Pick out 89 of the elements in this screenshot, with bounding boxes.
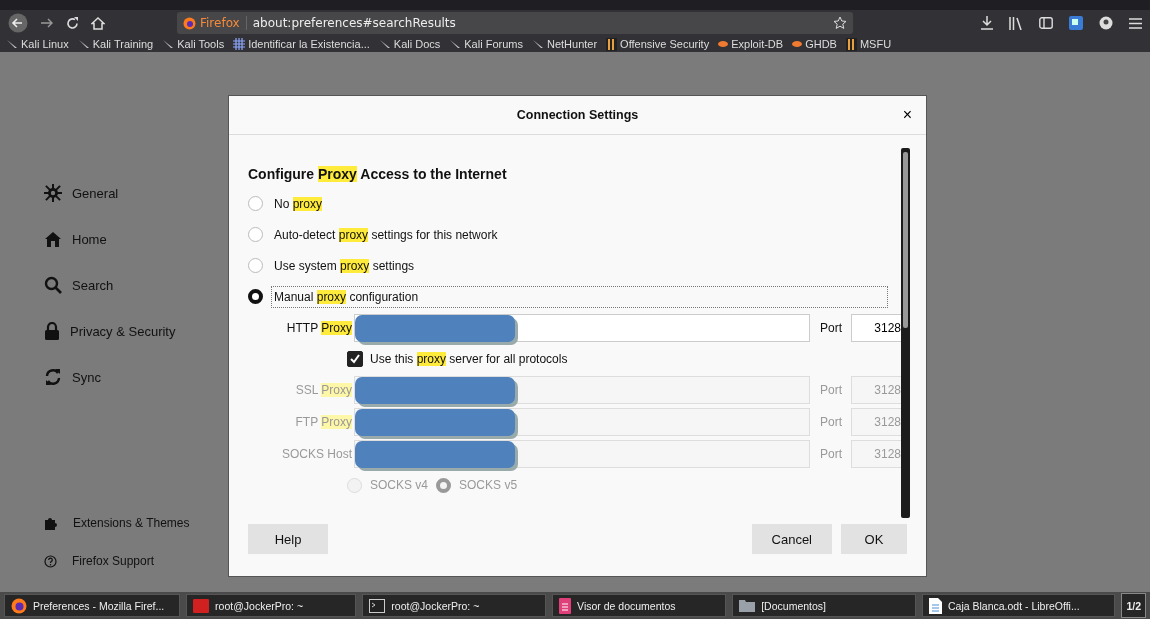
bookmark[interactable]: Kali Linux <box>21 38 69 50</box>
back-button[interactable] <box>8 13 28 33</box>
sidebar-item[interactable]: Sync <box>72 369 101 385</box>
radio-button[interactable] <box>248 289 263 304</box>
radio-button[interactable] <box>248 227 263 242</box>
taskbar-item[interactable]: Caja Blanca.odt - LibreOffi... <box>921 594 1116 617</box>
lock-icon <box>44 322 60 340</box>
bookmark[interactable]: NetHunter <box>546 38 598 50</box>
home-button[interactable] <box>91 16 105 30</box>
dialog-button[interactable]: Help <box>248 524 328 554</box>
input-field[interactable] <box>354 314 810 342</box>
help-icon <box>44 554 57 568</box>
checkbox-label[interactable]: Use this proxy server for all protocols <box>370 352 568 366</box>
sidebar-link[interactable]: Extensions & Themes <box>73 516 190 530</box>
dialog-button[interactable]: Cancel <box>751 524 832 554</box>
reload-button[interactable] <box>66 16 79 30</box>
close-button[interactable]: × <box>898 106 916 124</box>
taskbar-label: Visor de documentos <box>577 599 676 612</box>
bookmark[interactable]: Offensive Security <box>620 38 710 50</box>
sidebar-link[interactable]: Firefox Support <box>72 554 155 568</box>
extension-icon[interactable] <box>1069 16 1083 30</box>
grid-icon <box>233 38 246 50</box>
bookmark[interactable]: GHDB <box>805 38 837 50</box>
terminal-icon <box>369 598 386 613</box>
star-icon[interactable] <box>833 16 847 30</box>
sidebar-icon[interactable] <box>1039 17 1053 29</box>
document-icon <box>559 597 572 614</box>
site-identity[interactable]: Firefox <box>183 16 247 30</box>
dialog-title: Connection Settings <box>516 108 639 122</box>
bookmark[interactable]: Kali Training <box>92 38 154 50</box>
taskbar-item[interactable]: [Documentos] <box>732 594 916 617</box>
taskbar-item[interactable]: Visor de documentos <box>552 594 727 617</box>
radio-label[interactable]: Use system proxy settings <box>271 254 888 277</box>
bookmark[interactable]: Kali Forums <box>464 38 523 50</box>
bookmark[interactable]: Identificar la Existencia... <box>248 38 370 50</box>
section-heading: Configure Proxy Access to the Internet <box>248 166 508 182</box>
menu-icon[interactable] <box>1129 17 1142 29</box>
forward-button[interactable] <box>40 17 54 29</box>
taskbar-label: Caja Blanca.odt - LibreOffi... <box>947 599 1080 612</box>
address-bar[interactable]: Firefox about:preferences#searchResults <box>177 12 853 34</box>
taskbar-label: [Documentos] <box>761 599 826 612</box>
taskbar-label: root@JockerPro: ~ <box>215 599 304 612</box>
bookmark[interactable]: Kali Tools <box>177 38 225 50</box>
sync-icon <box>44 368 62 386</box>
folder-icon <box>739 599 756 612</box>
taskbar-label: Preferences - Mozilla Firef... <box>33 599 165 612</box>
app-icon <box>193 598 210 613</box>
scrollbar[interactable] <box>901 148 910 518</box>
port-label: Port <box>820 415 843 429</box>
field-label: SOCKS Host <box>280 447 353 461</box>
input-field[interactable] <box>354 408 810 436</box>
sidebar-item[interactable]: Search <box>72 277 114 293</box>
dialog-button[interactable]: OK <box>841 524 907 554</box>
sidebar-item[interactable]: Home <box>72 231 107 247</box>
bookmark[interactable]: Kali Docs <box>393 38 441 50</box>
library-icon[interactable] <box>1009 16 1023 30</box>
puzzle-icon <box>44 516 58 530</box>
workspace-pager[interactable]: 1/2 <box>1121 593 1146 618</box>
bookmark[interactable]: MSFU <box>859 38 892 50</box>
download-icon[interactable] <box>981 16 993 30</box>
input-field[interactable] <box>354 440 810 468</box>
radio-label[interactable]: Auto-detect proxy settings for this network <box>271 223 888 246</box>
firefox-icon <box>11 597 27 614</box>
home-icon <box>44 230 62 248</box>
sidebar-item[interactable]: General <box>72 185 119 201</box>
taskbar-item[interactable]: root@JockerPro: ~ <box>186 594 357 617</box>
port-label: Port <box>820 383 843 397</box>
taskbar-label: root@JockerPro: ~ <box>391 599 480 612</box>
radio-button[interactable] <box>248 258 263 273</box>
search-icon <box>44 276 62 294</box>
bookmark[interactable]: Exploit-DB <box>731 38 784 50</box>
sidebar-item[interactable]: Privacy & Security <box>70 323 176 339</box>
account-icon[interactable] <box>1099 16 1113 30</box>
settings-icon <box>44 184 62 202</box>
taskbar-item[interactable]: root@JockerPro: ~ <box>362 594 547 617</box>
field-label: HTTP Proxy <box>285 321 353 335</box>
field-label: FTP Proxy <box>294 415 353 429</box>
port-label: Port <box>820 447 843 461</box>
firefox-icon <box>183 16 196 30</box>
document-icon <box>928 597 942 614</box>
field-label: SSL Proxy <box>294 383 353 397</box>
radio-button[interactable] <box>248 196 263 211</box>
taskbar-item[interactable]: Preferences - Mozilla Firef... <box>4 594 181 617</box>
checkbox[interactable] <box>347 351 363 367</box>
url-text: about:preferences#searchResults <box>252 16 457 30</box>
radio-label[interactable]: Manual proxy configuration <box>271 285 888 308</box>
port-label: Port <box>820 321 843 335</box>
input-field[interactable] <box>354 376 810 404</box>
radio-label[interactable]: No proxy <box>271 192 888 215</box>
